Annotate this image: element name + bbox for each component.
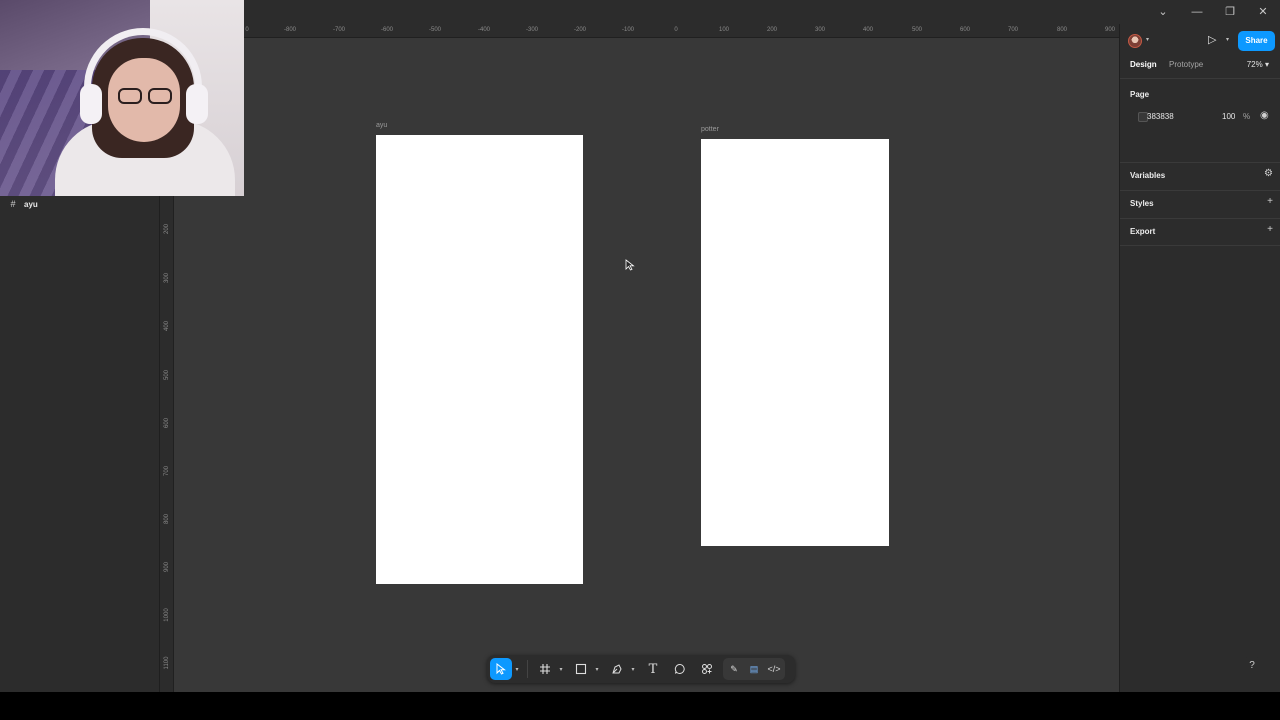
percent-label: % <box>1243 112 1251 121</box>
ruler-tick: -600 <box>380 27 394 33</box>
frame-tool-button[interactable] <box>534 658 556 680</box>
frame-label-potter[interactable]: potter <box>701 126 719 133</box>
rectangle-icon <box>575 663 587 675</box>
frame-icon: # <box>10 199 16 209</box>
present-play-icon[interactable]: ▷ <box>1208 33 1222 49</box>
ruler-tick: -500 <box>428 27 442 33</box>
ruler-tick: 200 <box>766 27 778 33</box>
mouse-cursor-icon <box>625 259 635 271</box>
ruler-tick: 500 <box>911 27 923 33</box>
eye-icon[interactable]: ◉ <box>1260 110 1269 121</box>
collapse-icon[interactable]: ⌄ <box>1154 4 1172 20</box>
chevron-down-icon[interactable]: ▾ <box>593 658 601 680</box>
ruler-tick: -100 <box>621 27 635 33</box>
frame-label-ayu[interactable]: ayu <box>376 122 387 129</box>
ruler-tick: -700 <box>332 27 346 33</box>
ruler-tick: 100 <box>718 27 730 33</box>
ruler-tick: 600 <box>164 418 170 429</box>
webcam-earcup-right <box>186 84 208 124</box>
ruler-tick: 0 <box>245 27 249 33</box>
close-icon[interactable]: ✕ <box>1254 4 1272 20</box>
ruler-tick: 700 <box>164 466 170 477</box>
frame-potter[interactable] <box>701 139 889 546</box>
chevron-down-icon[interactable]: ▾ <box>1226 36 1229 43</box>
ruler-tick: 600 <box>959 27 971 33</box>
top-ruler: 0 -800 -700 -600 -500 -400 -300 -200 -10… <box>244 24 1120 38</box>
page-section-title: Page <box>1130 90 1150 99</box>
chevron-down-icon[interactable]: ▾ <box>513 658 521 680</box>
ruler-tick: -300 <box>525 27 539 33</box>
ruler-tick: 500 <box>164 370 170 381</box>
move-tool-button[interactable] <box>490 658 512 680</box>
ruler-tick: 900 <box>164 562 170 573</box>
bottom-toolbar: ▾ ▾ ▾ ▾ T ✎ ▤ </> <box>487 655 795 683</box>
zoom-level-dropdown[interactable]: 72% ▾ <box>1247 60 1269 69</box>
user-avatar[interactable] <box>1128 34 1142 48</box>
tab-design[interactable]: Design <box>1130 60 1157 69</box>
design-mode-icon[interactable]: ▤ <box>745 660 763 678</box>
layer-item-ayu[interactable]: # ayu <box>8 197 38 211</box>
zoom-value: 72% <box>1246 60 1263 69</box>
page-fill-opacity-input[interactable]: 100 <box>1222 112 1235 121</box>
ruler-tick: 1100 <box>164 656 170 670</box>
ruler-tick: 400 <box>164 321 170 332</box>
ruler-tick: 300 <box>814 27 826 33</box>
toolbar-divider <box>527 660 528 678</box>
webcam-earcup-left <box>80 84 102 124</box>
mode-toggle-group: ✎ ▤ </> <box>723 658 785 680</box>
ruler-tick: 800 <box>164 514 170 525</box>
webcam-overlay <box>0 0 244 196</box>
pen-tool-button[interactable] <box>606 658 628 680</box>
ruler-tick: -800 <box>283 27 297 33</box>
variables-settings-icon[interactable]: ⚙ <box>1264 168 1273 179</box>
chevron-down-icon[interactable]: ▾ <box>629 658 637 680</box>
page-fill-hex-input[interactable]: 383838 <box>1147 112 1174 121</box>
rectangle-tool-button[interactable] <box>570 658 592 680</box>
ruler-tick: 700 <box>1007 27 1019 33</box>
chevron-down-icon[interactable]: ▾ <box>557 658 565 680</box>
move-arrow-icon <box>496 663 506 675</box>
actions-tool-button[interactable] <box>696 658 718 680</box>
variables-title: Variables <box>1130 171 1166 180</box>
dev-mode-icon[interactable]: </> <box>765 660 783 678</box>
add-style-icon[interactable]: + <box>1267 196 1273 207</box>
export-section: Export + <box>1120 218 1280 246</box>
panel-header: ▾ ▷ ▾ Share <box>1120 24 1280 58</box>
left-ruler: 200 300 400 500 600 700 800 900 1000 110… <box>160 196 174 692</box>
pen-icon <box>612 664 622 674</box>
ruler-tick: 300 <box>164 273 170 284</box>
ruler-tick: 200 <box>164 224 170 235</box>
frame-hash-icon <box>540 664 550 674</box>
styles-title: Styles <box>1130 199 1154 208</box>
ruler-tick: 800 <box>1056 27 1068 33</box>
styles-section: Styles + <box>1120 190 1280 218</box>
screen-bottom-bar <box>0 692 1280 720</box>
layer-label: ayu <box>24 199 38 209</box>
frame-ayu[interactable] <box>376 135 583 584</box>
help-button[interactable]: ? <box>1242 656 1262 676</box>
text-tool-button[interactable]: T <box>642 658 664 680</box>
minimize-icon[interactable]: — <box>1188 4 1206 20</box>
tab-prototype[interactable]: Prototype <box>1169 60 1203 69</box>
add-export-icon[interactable]: + <box>1267 224 1273 235</box>
properties-panel: ▾ ▷ ▾ Share Design Prototype 72% ▾ Page … <box>1119 24 1280 692</box>
restore-icon[interactable]: ❐ <box>1221 4 1239 20</box>
ruler-tick: 900 <box>1104 27 1116 33</box>
chevron-down-icon[interactable]: ▾ <box>1146 36 1149 43</box>
share-button[interactable]: Share <box>1238 31 1275 51</box>
ruler-tick: -400 <box>477 27 491 33</box>
ruler-tick: 400 <box>862 27 874 33</box>
panel-tabs: Design Prototype 72% ▾ <box>1120 58 1280 74</box>
ruler-tick: 1000 <box>164 608 170 622</box>
export-title: Export <box>1130 227 1156 236</box>
ruler-tick: -200 <box>573 27 587 33</box>
ruler-tick: 0 <box>674 27 678 33</box>
variables-section: Variables ⚙ <box>1120 162 1280 190</box>
comment-tool-button[interactable] <box>669 658 691 680</box>
figma-app: ⌄ — ❐ ✕ # ayu 0 -800 -700 -600 -500 -400… <box>0 0 1280 692</box>
draw-mode-icon[interactable]: ✎ <box>725 660 743 678</box>
components-icon <box>702 664 712 674</box>
comment-bubble-icon <box>674 663 685 674</box>
